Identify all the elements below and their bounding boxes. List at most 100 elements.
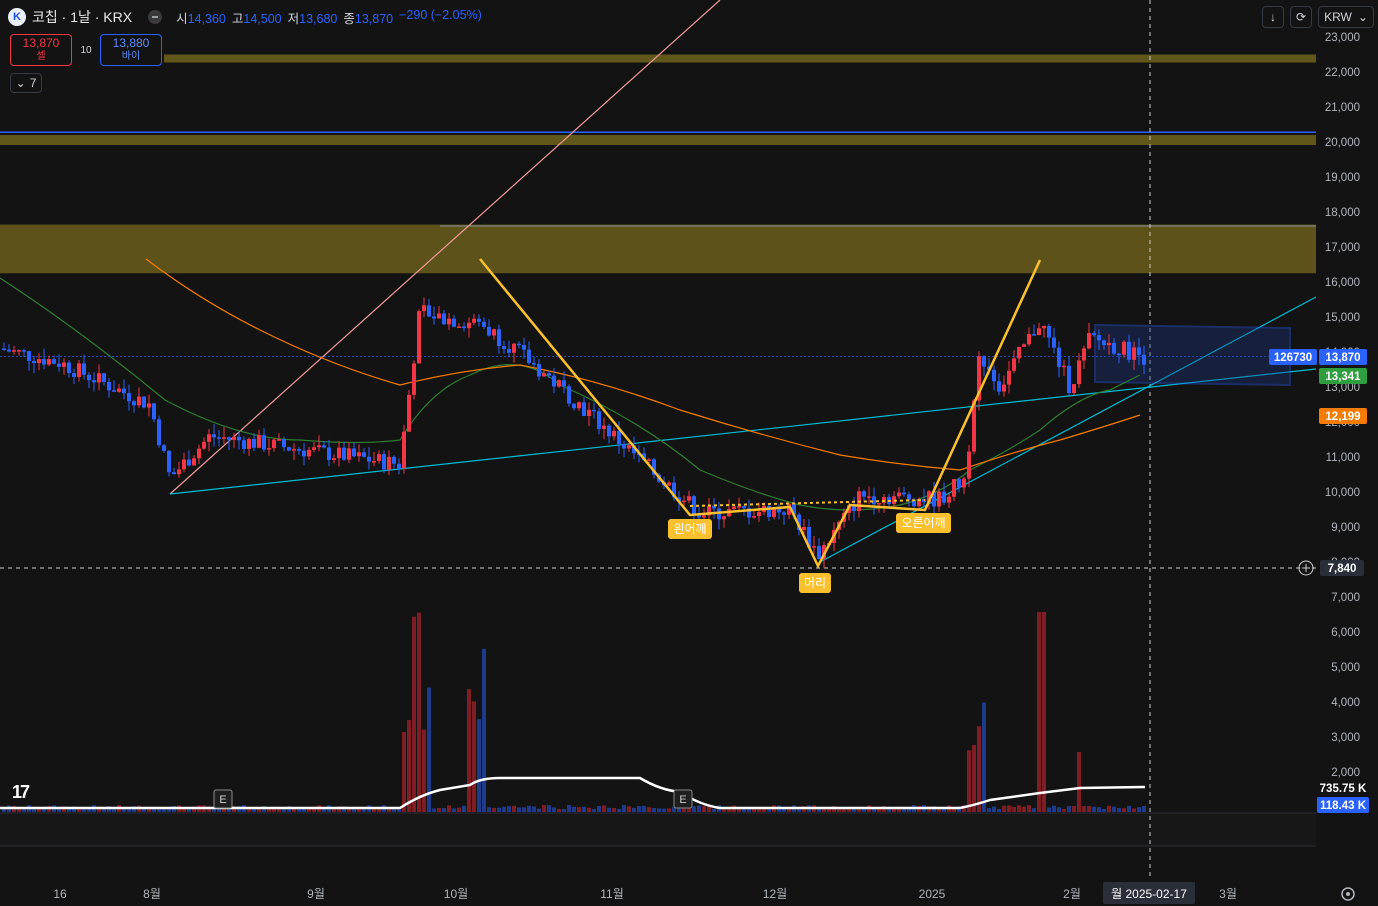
candle-body (377, 454, 381, 462)
candle-body (1007, 370, 1011, 385)
candle-body (532, 362, 536, 365)
candle-body (542, 373, 546, 377)
candle-body (722, 516, 726, 520)
candle-body (287, 447, 291, 451)
candle-body (512, 343, 516, 353)
right-shoulder-label: 오른어깨 (901, 516, 945, 530)
time-tick: 3월 (1219, 887, 1237, 901)
candle-body (537, 363, 541, 377)
volume-bar (1017, 805, 1021, 812)
candle-body (347, 448, 351, 460)
hide-legend-icon[interactable] (148, 10, 163, 24)
candle-body (12, 350, 16, 352)
candle-body (72, 373, 76, 377)
volume-bar (652, 807, 656, 812)
candle-body (757, 511, 761, 517)
candle-body (17, 350, 21, 352)
volume-bar (612, 808, 616, 812)
volume-bar (297, 808, 301, 812)
volume-bar (747, 808, 751, 812)
candle-body (647, 459, 651, 461)
candle-body (547, 373, 551, 376)
candle-body (147, 403, 151, 408)
indicators-toggle[interactable]: ⌄ 7 (10, 73, 42, 93)
scroll-to-end-button[interactable]: ↓ (1262, 6, 1284, 28)
time-tick: 2월 (1063, 887, 1081, 901)
volume-bar (162, 808, 166, 812)
candle-body (1132, 347, 1136, 360)
volume-bar (697, 805, 701, 812)
volume-bar (987, 808, 991, 812)
volume-bar (532, 806, 536, 812)
volume-bar (1052, 805, 1056, 812)
high-value: 14,500 (243, 11, 282, 26)
volume-bar (497, 807, 501, 812)
volume-bar (442, 807, 446, 812)
volume-bar (1122, 808, 1126, 812)
buy-button[interactable]: 13,880 바이 (100, 34, 162, 66)
change-value: −290 (−2.05%) (399, 7, 482, 22)
volume-bar (1077, 752, 1081, 812)
candle-body (277, 439, 281, 441)
chevron-down-icon: ⌄ (15, 76, 26, 90)
candle-body (992, 369, 996, 382)
candle-body (1117, 353, 1121, 356)
candle-body (142, 396, 146, 408)
volume-bar (547, 805, 551, 812)
exchange-logo-icon: K (8, 8, 26, 26)
candle-body (957, 479, 961, 488)
candle-body (592, 409, 596, 412)
spread-value: 10 (80, 44, 92, 56)
volume-bar (577, 807, 581, 812)
volume-bar (1137, 807, 1141, 812)
tradingview-logo[interactable]: 17 (12, 782, 30, 803)
candle-body (617, 430, 621, 444)
volume-bar (597, 805, 601, 812)
volume-bar (712, 808, 716, 812)
volume-bar (142, 808, 146, 812)
time-tick: 9월 (307, 887, 325, 901)
candle-body (1112, 342, 1116, 354)
candle-body (517, 343, 521, 346)
candle-body (1067, 365, 1071, 394)
candle-body (967, 451, 971, 479)
candle-body (127, 393, 131, 402)
candle-body (212, 434, 216, 438)
candle-body (22, 350, 26, 352)
volume-bar (1127, 805, 1131, 812)
candle-body (302, 450, 306, 457)
price-tick: 3,000 (1331, 732, 1360, 744)
volume-bar (422, 729, 426, 812)
candle-body (907, 494, 911, 500)
volume-bar (402, 731, 406, 812)
volume-bar (1082, 806, 1086, 812)
candle-body (802, 526, 806, 530)
time-tick: 8월 (143, 887, 161, 901)
volume-bar (412, 616, 416, 812)
price-tick: 9,000 (1331, 522, 1360, 534)
candle-body (1072, 384, 1076, 394)
price-tick: 21,000 (1325, 102, 1360, 114)
symbol-title[interactable]: 코칩 · 1날 · KRX (32, 7, 132, 27)
chart-canvas[interactable]: 왼어깨머리 오른어깨 E E 23,000 22,000 21,000 20,000 19,0… (0, 0, 1378, 906)
reset-chart-button[interactable]: ⟳ (1290, 6, 1312, 28)
candle-body (612, 430, 616, 437)
volume-bar (1002, 805, 1006, 812)
candle-body (297, 449, 301, 451)
candle-body (462, 326, 466, 329)
volume-bar (387, 808, 391, 812)
candle-body (682, 500, 686, 503)
candle-body (1127, 341, 1131, 360)
symbol-header: K 코칩 · 1날 · KRX 시14,360 고14,500 저13,680 … (8, 6, 482, 28)
candle-body (467, 322, 471, 329)
candle-body (122, 388, 126, 394)
candle-body (502, 346, 506, 350)
price-tick: 17,000 (1325, 242, 1360, 254)
currency-select[interactable]: KRW ⌄ (1318, 6, 1374, 28)
volume-bar (1102, 808, 1106, 812)
candle-body (552, 375, 556, 387)
sell-button[interactable]: 13,870 셀 (10, 34, 72, 66)
volume-bar (572, 806, 576, 812)
volume-bar (542, 805, 546, 812)
volume-bar (537, 808, 541, 812)
